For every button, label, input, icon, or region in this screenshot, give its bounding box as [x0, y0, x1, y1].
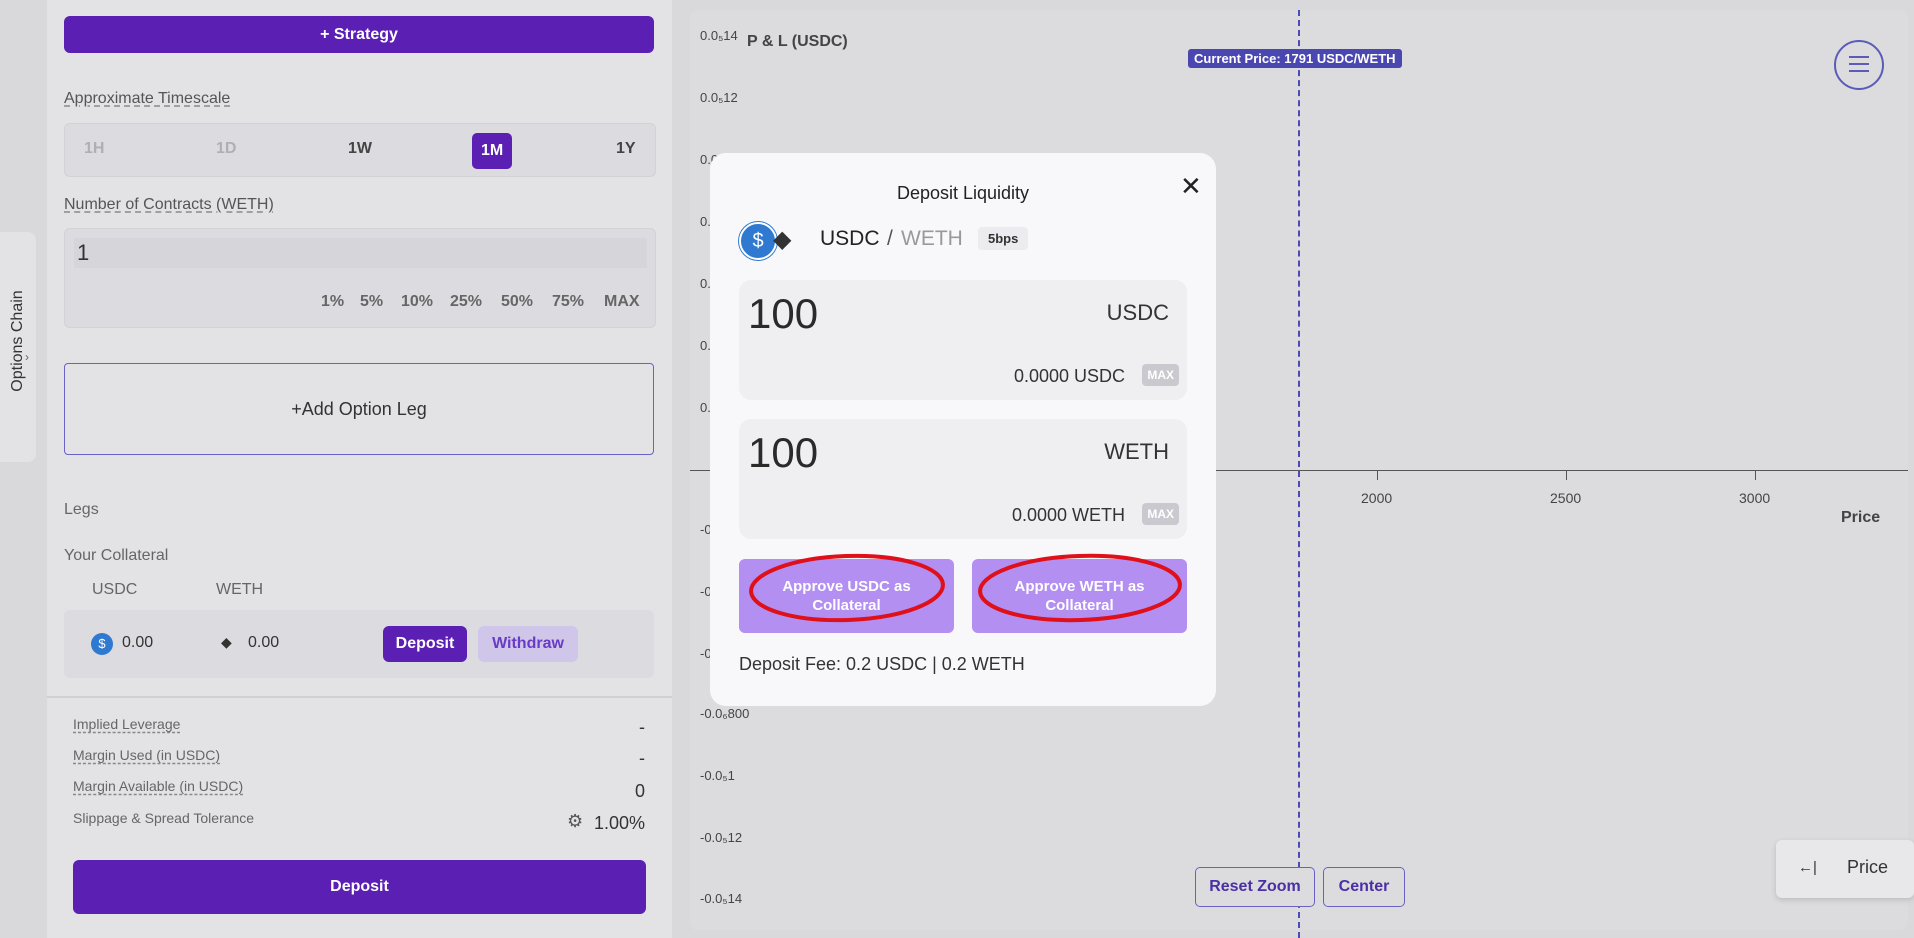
pct-25[interactable]: 25% [450, 293, 482, 311]
timescale-1h[interactable]: 1H [84, 140, 104, 158]
annotation-ellipse-weth [978, 553, 1182, 623]
eth-token-icon: ◆ [773, 226, 792, 253]
center-button[interactable]: Center [1323, 867, 1405, 907]
current-price-line [1298, 10, 1300, 938]
y-tick: 0.0₅14 [700, 28, 738, 43]
margin-used-label: Margin Used (in USDC) [73, 747, 221, 763]
collapse-arrow-icon: ←| [1798, 859, 1817, 876]
collateral-weth-value: 0.00 [248, 634, 280, 651]
gear-icon[interactable]: ⚙ [567, 811, 583, 832]
collateral-weth-header: WETH [216, 581, 264, 598]
x-tick-mark [1755, 470, 1756, 480]
contracts-input[interactable]: 1 [74, 238, 647, 268]
timescale-1w[interactable]: 1W [348, 140, 372, 158]
weth-amount-box[interactable]: 100 WETH 0.0000 WETH MAX [739, 419, 1187, 539]
pct-10[interactable]: 10% [401, 293, 433, 311]
collateral-usdc-value: 0.00 [122, 634, 154, 651]
margin-available-value: 0 [634, 781, 645, 801]
implied-leverage-label: Implied Leverage [73, 716, 181, 732]
implied-leverage-value: - [639, 717, 645, 737]
timescale-label: Approximate Timescale [64, 90, 231, 107]
timescale-1m[interactable]: 1M [472, 133, 513, 169]
pct-max[interactable]: MAX [604, 293, 640, 311]
x-tick-mark [1566, 470, 1567, 480]
collateral-row: $ 0.00 ◆ 0.00 Deposit Withdraw [64, 610, 654, 678]
hamburger-icon [1849, 70, 1869, 72]
deposit-fee-text: Deposit Fee: 0.2 USDC | 0.2 WETH [739, 654, 1025, 674]
usdc-token-label: USDC [1106, 300, 1169, 325]
timescale-selector: 1H 1D 1W 1M 1Y [64, 123, 656, 177]
collateral-deposit-button[interactable]: Deposit [383, 626, 467, 662]
divider [47, 696, 672, 698]
menu-button[interactable] [1834, 40, 1884, 90]
add-option-leg-button[interactable]: +Add Option Leg [64, 363, 654, 455]
contracts-label: Number of Contracts (WETH) [64, 196, 274, 213]
hamburger-icon [1849, 63, 1869, 65]
x-axis-label: Price [1841, 509, 1881, 526]
legs-label: Legs [64, 501, 99, 518]
usdc-max-button[interactable]: MAX [1142, 364, 1179, 386]
y-tick: -0.0₅1 [700, 768, 735, 783]
pct-50[interactable]: 50% [501, 293, 533, 311]
collateral-withdraw-button[interactable]: Withdraw [478, 626, 578, 662]
usdc-balance: 0.0000 USDC [1013, 366, 1125, 386]
options-chain-tab[interactable]: Options Chain › [0, 232, 36, 462]
red-circle-annotation [749, 553, 1182, 623]
token-a-label: USDC [820, 227, 880, 250]
fee-tier-badge: 5bps [978, 227, 1029, 250]
eth-icon: ◆ [221, 634, 232, 650]
annotation-ellipse-usdc [749, 553, 945, 623]
y-tick: 0.0₅12 [700, 90, 738, 105]
price-toggle[interactable]: ←| Price [1776, 840, 1914, 898]
x-tick: 2000 [1361, 490, 1393, 506]
deposit-liquidity-modal: Deposit Liquidity ✕ $ ◆ USDC / WETH 5bps… [710, 153, 1216, 706]
weth-amount-input[interactable]: 100 [748, 429, 818, 477]
timescale-1y[interactable]: 1Y [616, 140, 636, 158]
current-price-tag: Current Price: 1791 USDC/WETH [1188, 49, 1402, 68]
collateral-usdc-header: USDC [92, 581, 138, 598]
modal-title: Deposit Liquidity [896, 183, 1030, 203]
price-toggle-label: Price [1847, 857, 1889, 877]
margin-available-label: Margin Available (in USDC) [73, 778, 244, 794]
usdc-amount-box[interactable]: 100 USDC 0.0000 USDC MAX [739, 280, 1187, 400]
collateral-label: Your Collateral [64, 547, 169, 564]
pct-75[interactable]: 75% [552, 293, 584, 311]
x-tick: 3000 [1739, 490, 1771, 506]
y-tick: -0.0₅14 [700, 891, 743, 906]
pct-1[interactable]: 1% [321, 293, 344, 311]
timescale-1d[interactable]: 1D [216, 140, 236, 158]
reset-zoom-button[interactable]: Reset Zoom [1195, 867, 1315, 907]
margin-used-value: - [639, 748, 645, 768]
slippage-value[interactable]: 1.00% [594, 813, 645, 834]
y-tick: -0.0₅12 [700, 830, 743, 845]
contracts-box: 1 1% 5% 10% 25% 50% 75% MAX [64, 228, 656, 328]
usdc-coin-icon: $ [91, 633, 113, 655]
deposit-button[interactable]: Deposit [73, 860, 646, 914]
usdc-token-icon: $ [739, 222, 777, 260]
slippage-label: Slippage & Spread Tolerance [73, 810, 255, 826]
usdc-amount-input[interactable]: 100 [748, 290, 818, 338]
weth-balance: 0.0000 WETH [1011, 505, 1125, 525]
x-tick: 2500 [1550, 490, 1582, 506]
options-chain-label: Options Chain [9, 290, 26, 392]
token-b-label: WETH [901, 227, 963, 250]
close-icon[interactable]: ✕ [1180, 173, 1202, 199]
y-tick: -0.0₆800 [700, 706, 750, 721]
weth-token-label: WETH [1104, 439, 1169, 464]
y-axis-title: P & L (USDC) [747, 33, 848, 50]
weth-max-button[interactable]: MAX [1142, 503, 1179, 525]
chevron-right-icon: › [25, 350, 29, 364]
hamburger-icon [1849, 56, 1869, 58]
token-separator: / [887, 227, 893, 250]
x-tick-mark [1377, 470, 1378, 480]
pct-5[interactable]: 5% [360, 293, 383, 311]
add-strategy-button[interactable]: + Strategy [64, 16, 654, 53]
